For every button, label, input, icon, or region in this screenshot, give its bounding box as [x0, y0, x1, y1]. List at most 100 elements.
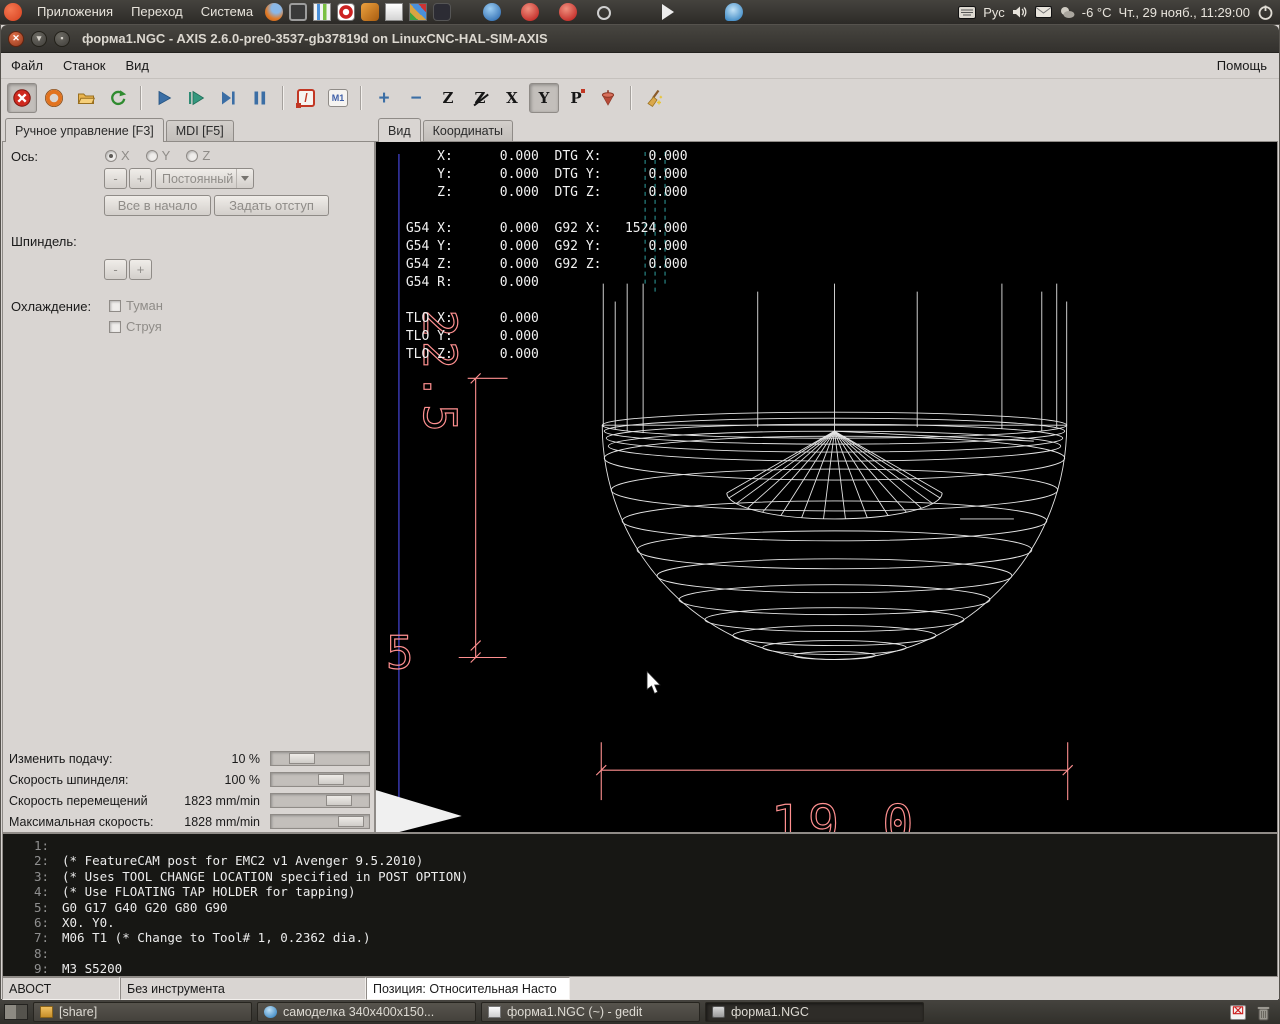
gcode-line[interactable]: 9:M3 S5200 — [3, 961, 1277, 976]
view-perspective-button[interactable]: P — [561, 83, 591, 113]
skip-lines-button[interactable]: / — [291, 83, 321, 113]
document-editor-icon[interactable] — [385, 3, 403, 21]
clear-plot-button[interactable] — [639, 83, 669, 113]
gcode-line[interactable]: 6:X0. Y0. — [3, 915, 1277, 930]
tab-dro[interactable]: Координаты — [423, 120, 513, 141]
taskbar-item-browser[interactable]: самоделка 340x400x150... — [257, 1002, 476, 1022]
tab-manual-control[interactable]: Ручное управление [F3] — [5, 118, 164, 142]
tools-icon[interactable] — [361, 3, 379, 21]
gcode-line[interactable]: 2:(* FeatureCAM post for EMC2 v1 Avenger… — [3, 853, 1277, 868]
pause-button[interactable] — [245, 83, 275, 113]
search-icon[interactable] — [597, 6, 611, 20]
axis-z-radio[interactable]: Z — [186, 148, 210, 163]
keyboard-indicator-icon[interactable] — [958, 6, 976, 19]
gcode-line[interactable]: 4:(* Use FLOATING TAP HOLDER for tapping… — [3, 884, 1277, 899]
gcode-line[interactable]: 7:M06 T1 (* Change to Tool# 1, 0.2362 di… — [3, 930, 1277, 945]
weather-icon[interactable] — [1059, 5, 1075, 19]
window-title: форма1.NGC - AXIS 2.6.0-pre0-3537-gb3781… — [82, 31, 548, 46]
open-file-button[interactable] — [71, 83, 101, 113]
dolphin-app-icon[interactable] — [725, 3, 743, 21]
red-app-icon[interactable] — [521, 3, 539, 21]
jog-mode-select[interactable]: Постоянный — [155, 168, 254, 189]
zoom-out-icon: − — [410, 89, 421, 108]
notification-tray-icon[interactable]: ⌧ — [1230, 1005, 1246, 1020]
spindle-plus-button[interactable]: + — [129, 259, 152, 280]
maximize-window-button[interactable]: ▪ — [54, 31, 70, 47]
home-all-button[interactable]: Все в начало — [104, 195, 211, 216]
view-x-button[interactable]: X — [497, 83, 527, 113]
feed-override-slider[interactable] — [270, 751, 370, 766]
system-menu[interactable]: Система — [192, 0, 262, 24]
feed-override-row: Изменить подачу: 10 % — [3, 748, 374, 769]
workspace-switcher[interactable] — [4, 1004, 28, 1020]
gcode-line[interactable]: 3:(* Uses TOOL CHANGE LOCATION specified… — [3, 869, 1277, 884]
close-window-button[interactable]: ✕ — [8, 31, 24, 47]
view-z-button[interactable]: Z — [433, 83, 463, 113]
jog-minus-button[interactable]: - — [104, 168, 127, 189]
clock-label[interactable]: Чт., 29 нояб., 11:29:00 — [1119, 5, 1250, 20]
blue-app-icon[interactable] — [483, 3, 501, 21]
max-velocity-slider[interactable] — [270, 814, 370, 829]
tab-mdi[interactable]: MDI [F5] — [166, 120, 234, 141]
step-button[interactable] — [213, 83, 243, 113]
gcode-line[interactable]: 5:G0 G17 G40 G20 G80 G90 — [3, 900, 1277, 915]
keyboard-layout-label[interactable]: Рус — [983, 5, 1005, 20]
minimize-window-button[interactable]: ▾ — [31, 31, 47, 47]
axis-y-radio[interactable]: Y — [146, 148, 171, 163]
view-y-button[interactable]: Y — [529, 83, 559, 113]
mail-icon[interactable] — [1035, 6, 1052, 18]
temperature-label[interactable]: -6 °C — [1082, 5, 1112, 20]
run-button[interactable] — [149, 83, 179, 113]
taskbar-item-gedit[interactable]: форма1.NGC (~) - gedit — [481, 1002, 700, 1022]
axis-x-radio[interactable]: X — [105, 148, 130, 163]
menu-view[interactable]: Вид — [116, 53, 160, 79]
optional-pause-icon: M1 — [328, 89, 348, 107]
power-icon[interactable] — [1257, 4, 1274, 21]
taskbar-item-share[interactable]: [share] — [33, 1002, 252, 1022]
titlebar[interactable]: ✕ ▾ ▪ форма1.NGC - AXIS 2.6.0-pre0-3537-… — [1, 25, 1279, 53]
optional-pause-button[interactable]: M1 — [323, 83, 353, 113]
office-chart-icon[interactable] — [313, 3, 331, 21]
zoom-out-button[interactable]: − — [401, 83, 431, 113]
firefox-icon[interactable] — [265, 3, 283, 21]
control-tabs: Ручное управление [F3] MDI [F5] — [2, 117, 375, 141]
touch-off-button[interactable]: Задать отступ — [214, 195, 329, 216]
gcode-line[interactable]: 8: — [3, 946, 1277, 961]
spindle-override-slider[interactable] — [270, 772, 370, 787]
tab-preview[interactable]: Вид — [378, 118, 421, 142]
taskbar-item-label: самоделка 340x400x150... — [283, 1005, 434, 1019]
machine-power-button[interactable] — [39, 83, 69, 113]
run-from-line-button[interactable] — [181, 83, 211, 113]
inkscape-icon[interactable] — [433, 3, 451, 21]
rotate-view-button[interactable] — [593, 83, 623, 113]
menu-file[interactable]: Файл — [1, 53, 53, 79]
applications-menu[interactable]: Приложения — [28, 0, 122, 24]
menu-help[interactable]: Помощь — [1205, 53, 1279, 79]
jog-plus-button[interactable]: + — [129, 168, 152, 189]
view-z-rotated-button[interactable]: Z — [465, 83, 495, 113]
gcode-listing[interactable]: 1: 2:(* FeatureCAM post for EMC2 v1 Aven… — [2, 833, 1278, 977]
spindle-minus-button[interactable]: - — [104, 259, 127, 280]
arrow-launcher-icon[interactable] — [662, 4, 674, 20]
red-app-2-icon[interactable] — [559, 3, 577, 21]
spindle-label: Шпиндель: — [11, 234, 77, 249]
volume-icon[interactable] — [1012, 5, 1028, 19]
trash-icon[interactable] — [1256, 1004, 1271, 1021]
preview-canvas[interactable]: 22.5 5 19.0 X: 0.000 DTG X: 0.000 Y: 0.0… — [375, 141, 1278, 833]
spreadsheet-icon[interactable] — [409, 3, 427, 21]
manual-control-panel: Ось: X Y Z — [2, 141, 375, 833]
menu-machine[interactable]: Станок — [53, 53, 116, 79]
zoom-in-button[interactable]: + — [369, 83, 399, 113]
ubuntu-logo-icon[interactable] — [4, 3, 22, 21]
flood-checkbox[interactable]: Струя — [109, 319, 162, 334]
places-menu[interactable]: Переход — [122, 0, 192, 24]
mist-checkbox[interactable]: Туман — [109, 298, 163, 313]
open-folder-icon — [76, 88, 96, 108]
terminal-icon[interactable] — [289, 3, 307, 21]
gcode-line[interactable]: 1: — [3, 838, 1277, 853]
reload-file-button[interactable] — [103, 83, 133, 113]
estop-button[interactable] — [7, 83, 37, 113]
opera-icon[interactable] — [337, 3, 355, 21]
taskbar-item-axis[interactable]: форма1.NGC — [705, 1002, 924, 1022]
jog-speed-slider[interactable] — [270, 793, 370, 808]
